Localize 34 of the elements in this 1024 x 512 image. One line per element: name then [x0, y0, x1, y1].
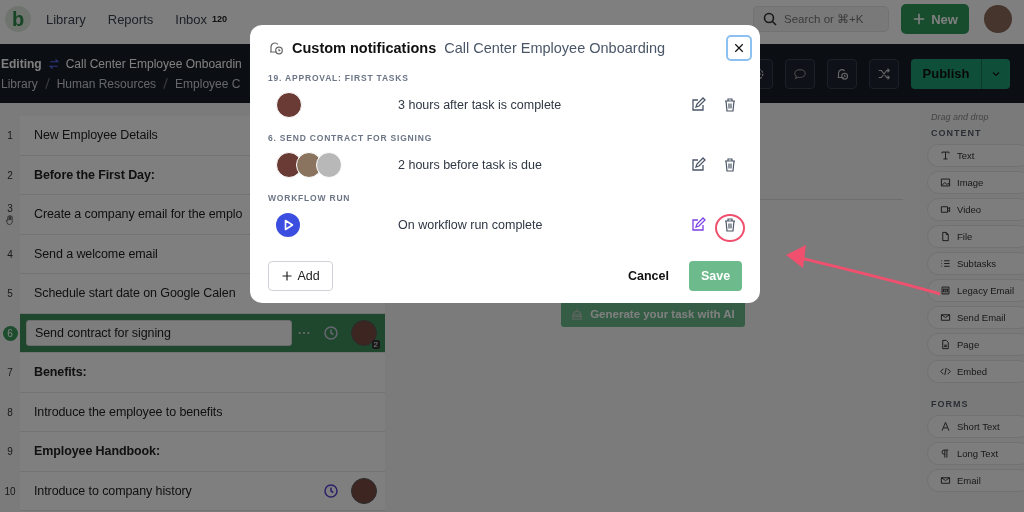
task-title: Schedule start date on Google Calen	[34, 286, 236, 301]
step-number: 4	[7, 248, 13, 260]
notification-rule: 2 hours before task is due	[398, 158, 543, 172]
step-number: 5	[7, 288, 13, 300]
task-title: Create a company email for the emplo	[34, 207, 243, 222]
section-heading: FORMS	[931, 399, 970, 409]
dialog-subtitle: Call Center Employee Onboarding	[444, 40, 666, 56]
task-title: Introduce the employee to benefits	[34, 404, 223, 419]
step-number: 9	[7, 446, 13, 458]
group-heading: 19. APPROVAL: FIRST TASKS	[268, 73, 410, 83]
task-title: Send a welcome email	[34, 246, 158, 261]
task-title: Employee Handbook:	[34, 444, 160, 459]
assignee-count: 2	[371, 339, 380, 349]
notification-rule: On workflow run complete	[398, 218, 544, 232]
group-heading: WORKFLOW RUN	[268, 193, 352, 203]
step-number: 3	[7, 203, 13, 215]
editing-label: Editing	[1, 56, 42, 71]
group-heading: 6. SEND CONTRACT FOR SIGNING	[268, 133, 434, 143]
task-title: New Employee Details	[34, 128, 158, 143]
notification-rule: 3 hours after task is complete	[398, 98, 563, 112]
task-title: Introduce to company history	[34, 483, 192, 498]
section-heading: CONTENT	[931, 128, 983, 138]
step-number: 1	[7, 130, 13, 142]
step-number: 2	[7, 169, 13, 181]
step-number: 7	[7, 367, 13, 379]
step-number: 6	[2, 325, 18, 341]
task-title: Benefits:	[34, 365, 87, 380]
step-number: 8	[7, 406, 13, 418]
task-title: Send contract for signing	[26, 319, 292, 346]
dialog-title: Custom notifications	[292, 40, 437, 56]
inbox-count: 120	[212, 14, 228, 24]
task-title: Before the First Day:	[34, 167, 155, 182]
step-number: 10	[4, 485, 16, 497]
workflow-title: Call Center Employee Onboardin	[65, 56, 242, 71]
